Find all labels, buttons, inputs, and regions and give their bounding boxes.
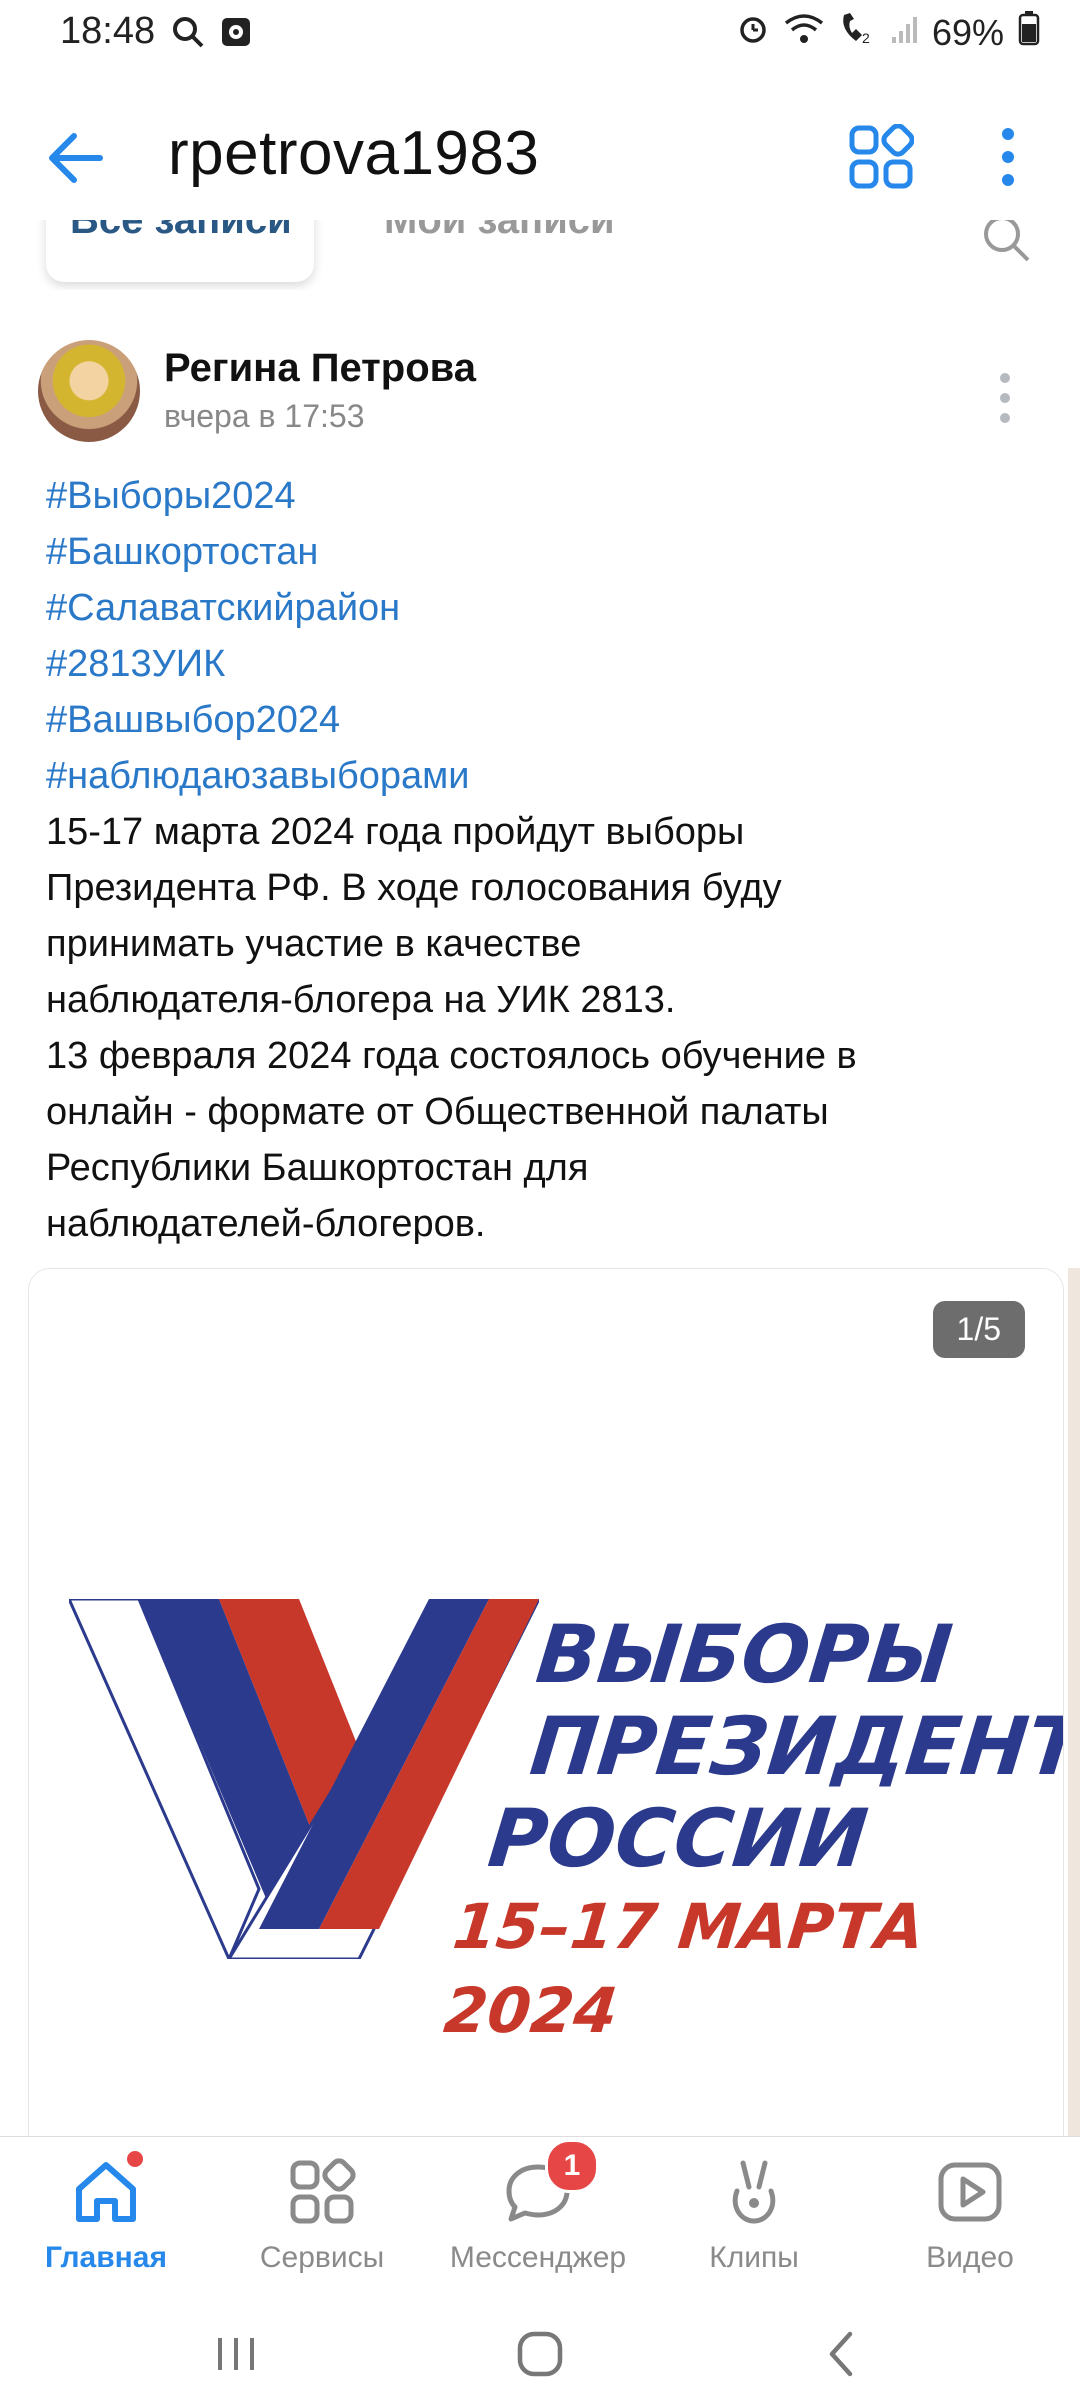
back-arrow-icon[interactable] <box>44 126 108 190</box>
hashtag-link[interactable]: #2813УИК <box>46 636 1046 692</box>
carousel-counter: 1/5 <box>932 1301 1025 1358</box>
recorder-status-icon <box>220 14 252 55</box>
battery-percent: 69% <box>931 11 1004 53</box>
post-body-line: 13 февраля 2024 года состоялось обучение… <box>46 1035 857 1077</box>
post-text: #Выборы2024 #Башкортостан #Салаватскийра… <box>46 468 1046 1252</box>
post-date: вчера в 17:53 <box>164 398 365 434</box>
nav-services[interactable]: Сервисы <box>222 2157 422 2287</box>
search-icon[interactable] <box>980 220 1032 264</box>
system-navigation <box>0 2298 1080 2408</box>
nav-home-label: Главная <box>44 2241 167 2274</box>
top-app-bar: rpetrova1983 <box>0 100 1080 220</box>
post-body-line: наблюдателей-блогеров. <box>46 1203 486 1245</box>
home-icon <box>71 2151 143 2227</box>
nav-clips-label: Клипы <box>709 2241 799 2274</box>
messenger-badge: 1 <box>545 2139 599 2193</box>
post-body-line: принимать участие в качестве <box>46 923 582 965</box>
notification-dot <box>127 2151 143 2167</box>
post-body-line: наблюдателя-блогера на УИК 2813. <box>46 979 676 1021</box>
services-icon <box>287 2157 357 2227</box>
back-system-icon[interactable] <box>812 2324 872 2384</box>
tab-my-posts[interactable]: Мои записи <box>384 220 615 243</box>
nav-services-label: Сервисы <box>259 2241 385 2274</box>
logo-line-1: ВЫБОРЫ <box>532 1608 957 1701</box>
wall-tabs: Все записи Мои записи <box>0 220 1080 290</box>
post-more-icon[interactable] <box>990 368 1020 428</box>
clips-icon <box>719 2157 789 2227</box>
post-author[interactable]: Регина Петрова <box>164 346 476 391</box>
alarm-icon <box>736 11 770 54</box>
post-header: Регина Петрова вчера в 17:53 <box>0 340 1080 450</box>
recent-apps-icon[interactable] <box>206 2324 266 2384</box>
hashtag-link[interactable]: #Выборы2024 <box>46 468 1046 524</box>
hashtag-link[interactable]: #Башкортостан <box>46 524 1046 580</box>
election-logo-text: ВЫБОРЫ ПРЕЗИДЕНТА РОССИИ 15–17 МАРТА 202… <box>441 1608 1063 2053</box>
nav-home[interactable]: Главная <box>6 2151 206 2287</box>
post-body-line: Президента РФ. В ходе голосования буду <box>46 867 782 909</box>
post-image-carousel[interactable]: 1/5 ВЫБОРЫ ПРЕЗИДЕНТА РОССИИ 15–17 МАРТА… <box>28 1268 1064 2170</box>
nav-video[interactable]: Видео <box>870 2157 1070 2287</box>
apps-grid-icon[interactable] <box>848 123 915 190</box>
svg-text:2: 2 <box>862 30 870 45</box>
home-system-icon[interactable] <box>510 2324 570 2384</box>
status-right: 2 69% <box>736 10 1040 55</box>
search-status-icon <box>170 14 206 55</box>
more-vertical-icon[interactable] <box>990 124 1026 190</box>
wifi-icon <box>784 12 824 54</box>
logo-line-2: ПРЕЗИДЕНТА <box>526 1700 1064 1793</box>
call-signal-icon: 2 <box>838 11 876 54</box>
post-body-line: Республики Башкортостан для <box>46 1147 589 1189</box>
nav-clips[interactable]: Клипы <box>654 2157 854 2287</box>
logo-line-4: 15–17 МАРТА 2024 <box>440 1890 928 2047</box>
post-body-line: онлайн - формате от Общественной палаты <box>46 1091 829 1133</box>
logo-line-3: РОССИИ <box>484 1792 872 1885</box>
signal-icon <box>890 12 918 54</box>
hashtag-link[interactable]: #Вашвыбор2024 <box>46 692 1046 748</box>
status-time: 18:48 <box>60 10 156 52</box>
nav-messenger-label: Мессенджер <box>449 2241 627 2274</box>
nav-messenger[interactable]: 1 Мессенджер <box>438 2139 638 2287</box>
video-play-icon <box>935 2157 1005 2227</box>
hashtag-link[interactable]: #наблюдаюзавыборами <box>46 748 1046 804</box>
bottom-navigation: Главная Сервисы 1 Мессенджер Клипы Видео <box>0 2136 1080 2299</box>
message-bubble-icon: 1 <box>503 2139 599 2227</box>
nav-video-label: Видео <box>926 2241 1014 2274</box>
avatar[interactable] <box>38 340 140 442</box>
status-bar: 18:48 2 69% <box>0 0 1080 66</box>
battery-icon <box>1018 10 1040 55</box>
page-title: rpetrova1983 <box>168 119 540 188</box>
tab-all-posts-label: Все записи <box>70 220 292 242</box>
tab-all-posts[interactable]: Все записи <box>46 220 314 282</box>
post-body-line: 15-17 марта 2024 года пройдут выборы <box>46 811 745 853</box>
hashtag-link[interactable]: #Салаватскийрайон <box>46 580 1046 636</box>
next-image-peek[interactable] <box>1068 1268 1080 2168</box>
